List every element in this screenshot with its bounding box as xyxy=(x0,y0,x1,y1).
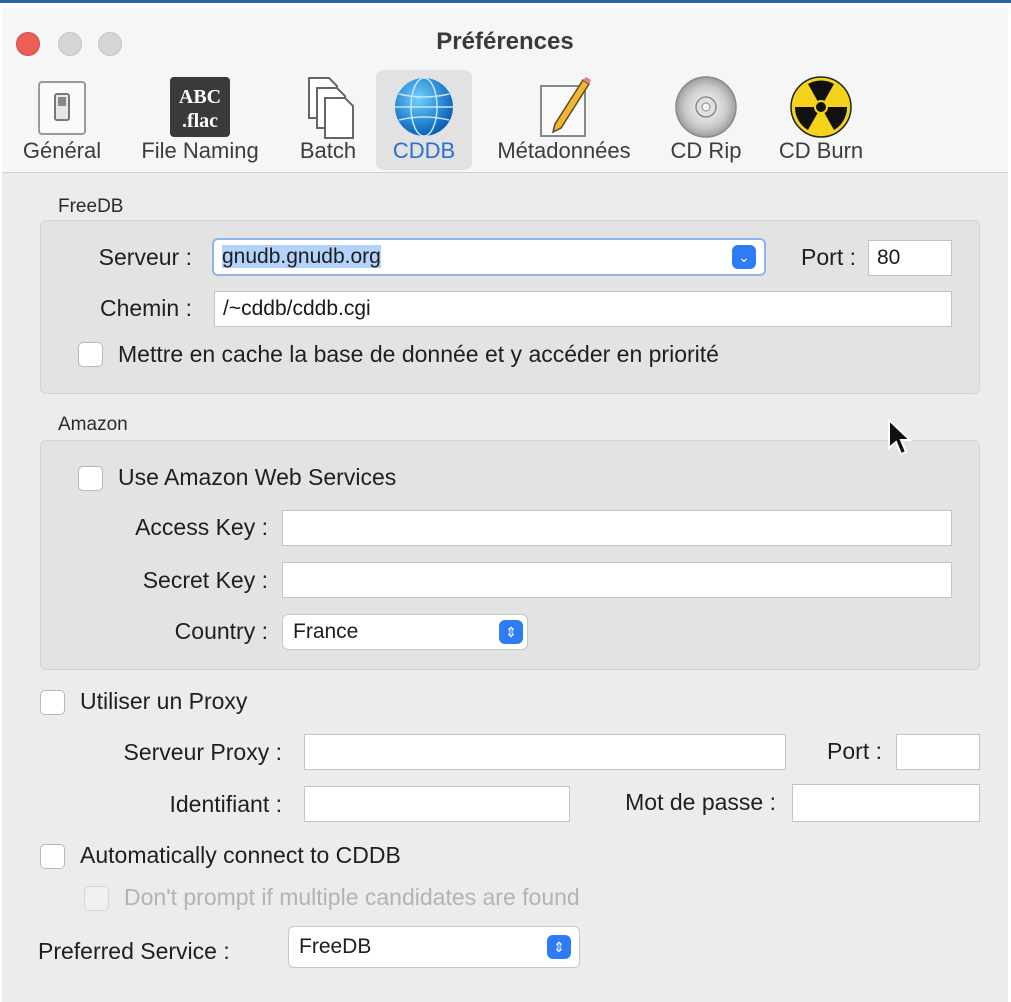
tab-general-label: Général xyxy=(22,138,102,163)
preferred-service-value: FreeDB xyxy=(299,935,372,958)
tab-cd-rip[interactable]: CD Rip xyxy=(662,70,750,170)
freedb-section-label: FreeDB xyxy=(58,196,124,217)
cache-label: Mettre en cache la base de donnée et y a… xyxy=(118,341,719,367)
tab-cddb[interactable]: CDDB xyxy=(376,70,472,170)
country-value: France xyxy=(293,620,359,643)
preferred-service-label: Preferred Service : xyxy=(38,938,230,964)
no-prompt-checkbox[interactable] xyxy=(84,886,109,911)
proxy-password-input[interactable] xyxy=(792,784,980,822)
auto-connect-checkbox[interactable] xyxy=(40,844,65,869)
svg-text:ABC: ABC xyxy=(179,86,221,108)
proxy-server-input[interactable] xyxy=(304,734,786,770)
secret-key-input[interactable] xyxy=(282,562,952,598)
port-label: Port : xyxy=(801,244,856,270)
port-input[interactable]: 80 xyxy=(868,240,952,276)
server-label: Serveur : xyxy=(98,244,192,270)
tab-batch[interactable]: Batch xyxy=(286,70,370,170)
proxy-use-label: Utiliser un Proxy xyxy=(80,688,248,714)
cd-disc-icon xyxy=(675,76,737,138)
tab-cd-rip-label: CD Rip xyxy=(670,138,742,163)
top-edge xyxy=(0,0,1011,8)
general-switch-icon xyxy=(38,81,86,135)
proxy-server-label: Serveur Proxy : xyxy=(123,739,283,765)
amazon-section-label: Amazon xyxy=(58,414,128,435)
path-input[interactable]: /~cddb/cddb.cgi xyxy=(214,291,952,327)
country-stepper-icon[interactable]: ⇕ xyxy=(499,620,523,644)
tab-file-naming-label: File Naming xyxy=(141,138,259,163)
batch-documents-icon xyxy=(308,77,354,139)
auto-connect-label: Automatically connect to CDDB xyxy=(80,842,401,868)
proxy-id-label: Identifiant : xyxy=(169,791,282,817)
preferences-window: Préférences Général ABC .flac File Namin… xyxy=(2,8,1008,1002)
tab-cd-burn-label: CD Burn xyxy=(778,138,864,163)
access-key-input[interactable] xyxy=(282,510,952,546)
secret-key-label: Secret Key : xyxy=(142,567,268,593)
proxy-port-input[interactable] xyxy=(896,734,980,770)
globe-icon xyxy=(395,77,453,137)
server-combobox[interactable]: gnudb.gnudb.org ⌄ xyxy=(212,238,766,276)
tab-cddb-label: CDDB xyxy=(392,138,456,163)
window-title: Préférences xyxy=(436,28,574,55)
amazon-checkbox[interactable] xyxy=(78,466,103,491)
pencil-note-icon xyxy=(540,77,591,137)
preferred-service-stepper-icon[interactable]: ⇕ xyxy=(547,935,571,959)
country-select[interactable]: France ⇕ xyxy=(282,614,528,650)
server-dropdown-icon[interactable]: ⌄ xyxy=(732,245,756,269)
tab-general[interactable]: Général xyxy=(12,70,112,170)
proxy-checkbox[interactable] xyxy=(40,690,65,715)
tab-metadata-label: Métadonnées xyxy=(497,138,631,163)
tab-batch-label: Batch xyxy=(299,138,357,163)
preferred-service-select[interactable]: FreeDB ⇕ xyxy=(288,926,580,968)
radiation-icon xyxy=(790,76,852,138)
proxy-id-input[interactable] xyxy=(304,786,570,822)
proxy-port-label: Port : xyxy=(827,738,882,764)
mouse-pointer-icon xyxy=(888,418,913,456)
tab-metadata[interactable]: Métadonnées xyxy=(490,70,638,170)
server-value: gnudb.gnudb.org xyxy=(222,245,381,268)
path-label: Chemin : xyxy=(99,295,192,321)
cache-checkbox[interactable] xyxy=(78,342,103,367)
svg-text:.flac: .flac xyxy=(182,110,218,132)
country-label: Country : xyxy=(174,618,268,644)
access-key-label: Access Key : xyxy=(135,514,268,540)
abc-flac-icon: ABC .flac xyxy=(170,77,230,137)
proxy-password-label: Mot de passe : xyxy=(625,789,776,815)
title-bar: Préférences Général ABC .flac File Namin… xyxy=(2,8,1008,173)
no-prompt-label: Don't prompt if multiple candidates are … xyxy=(124,884,580,910)
tab-cd-burn[interactable]: CD Burn xyxy=(766,70,876,170)
amazon-use-label: Use Amazon Web Services xyxy=(118,464,397,490)
tab-file-naming[interactable]: ABC .flac File Naming xyxy=(130,70,270,170)
